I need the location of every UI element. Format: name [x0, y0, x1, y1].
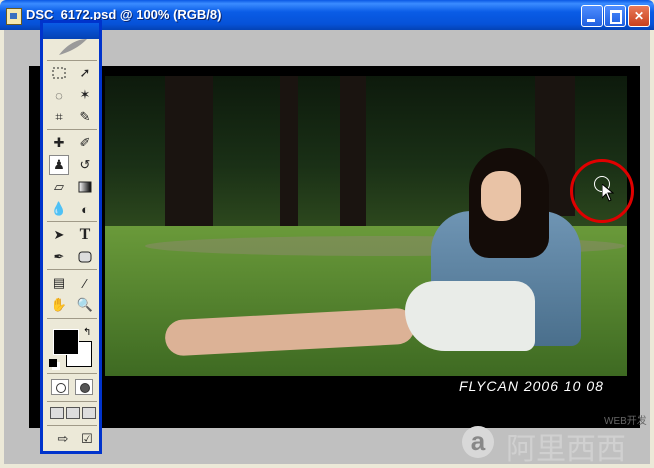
- foreground-color-swatch[interactable]: [53, 329, 79, 355]
- brand-logo-icon: a: [462, 426, 494, 458]
- default-colors-icon[interactable]: [49, 359, 57, 367]
- type-icon[interactable]: T: [75, 225, 95, 245]
- swap-colors-icon[interactable]: ↰: [83, 327, 91, 338]
- dodge-icon[interactable]: ◐: [75, 199, 95, 219]
- quick-mask-mode-button[interactable]: [75, 379, 93, 395]
- shape-icon[interactable]: [75, 247, 95, 267]
- toolbox-panel[interactable]: ➚ ◌ ✶ ⌗ ✎ ✚ ✐ ♟ ↺ ▱ 💧 ◐ ➤ T ✒ ▤ ⁄ ✋ 🔍 ↰: [40, 20, 102, 454]
- zoom-icon[interactable]: 🔍: [75, 295, 95, 315]
- edit-checkbox-icon[interactable]: ☑: [77, 429, 97, 449]
- brand-web-label: WEB开发: [604, 416, 647, 427]
- brush-icon[interactable]: ✐: [75, 133, 95, 153]
- screen-mode-fullmenu-icon[interactable]: [66, 407, 80, 419]
- screen-mode-standard-icon[interactable]: [50, 407, 64, 419]
- slice-icon[interactable]: ✎: [75, 107, 95, 127]
- pointer-cursor-icon: [602, 184, 614, 202]
- watermark-logo: a 阿里西西 WEB开发: [462, 416, 652, 467]
- minimize-button[interactable]: [581, 5, 603, 27]
- photo-image: [105, 76, 627, 376]
- document-window: DSC_6172.psd @ 100% (RGB/8) ✕ FLYCAN 200…: [0, 0, 654, 468]
- notes-icon[interactable]: ▤: [49, 273, 69, 293]
- jump-to-imageready-icon[interactable]: ⇨: [51, 429, 75, 449]
- screen-mode-full-icon[interactable]: [82, 407, 96, 419]
- photo-signature: FLYCAN 2006 10 08: [459, 378, 604, 394]
- eyedropper-icon[interactable]: ⁄: [75, 273, 95, 293]
- move-icon[interactable]: ➚: [75, 63, 95, 83]
- brand-text: 阿里西西: [506, 432, 626, 467]
- path-select-icon[interactable]: ➤: [49, 225, 69, 245]
- standard-mode-button[interactable]: [51, 379, 69, 395]
- healing-brush-icon[interactable]: ✚: [49, 133, 69, 153]
- pen-icon[interactable]: ✒: [49, 247, 69, 267]
- magic-wand-icon[interactable]: ✶: [75, 85, 95, 105]
- document-canvas[interactable]: [29, 66, 640, 428]
- hand-icon[interactable]: ✋: [49, 295, 69, 315]
- lasso-icon[interactable]: ◌: [49, 85, 69, 105]
- clone-stamp-icon[interactable]: ♟: [49, 155, 69, 175]
- history-brush-icon[interactable]: ↺: [75, 155, 95, 175]
- feather-logo-icon: [59, 39, 87, 55]
- crop-icon[interactable]: ⌗: [49, 107, 69, 127]
- gradient-icon[interactable]: [75, 177, 95, 197]
- eraser-icon[interactable]: ▱: [49, 177, 69, 197]
- close-button[interactable]: ✕: [628, 5, 650, 27]
- document-icon: [6, 8, 22, 25]
- marquee-icon[interactable]: [49, 63, 69, 83]
- maximize-button[interactable]: [604, 5, 626, 27]
- blur-icon[interactable]: 💧: [49, 199, 69, 219]
